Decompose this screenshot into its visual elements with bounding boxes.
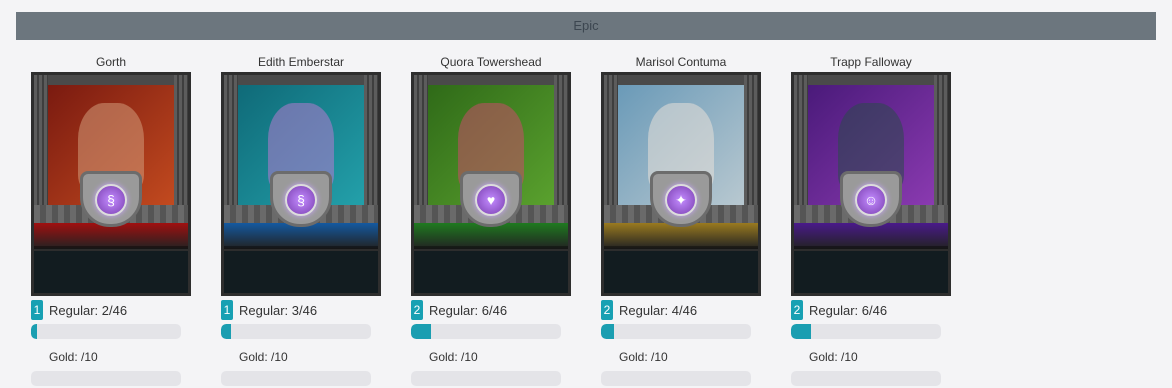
gold-count: Gold: /10 bbox=[239, 350, 288, 364]
gold-progress-bar bbox=[31, 371, 181, 386]
gold-count: Gold: /10 bbox=[619, 350, 668, 364]
element-icon: ✦ bbox=[665, 184, 697, 216]
gold-progress-bar bbox=[221, 371, 371, 386]
regular-progress-fill bbox=[411, 324, 431, 339]
regular-progress-bar bbox=[31, 324, 181, 339]
regular-progress-bar bbox=[411, 324, 561, 339]
regular-progress-fill bbox=[601, 324, 615, 339]
regular-row: 1 Regular: 2/46 bbox=[31, 300, 191, 320]
level-badge: 1 bbox=[31, 300, 43, 320]
card-image[interactable]: § bbox=[31, 72, 191, 296]
card[interactable]: Gorth § 1 Regular: 2/46 Gold: /10 bbox=[31, 52, 191, 386]
regular-row: 2 Regular: 6/46 bbox=[791, 300, 951, 320]
regular-count: Regular: 6/46 bbox=[809, 302, 888, 318]
regular-progress-fill bbox=[221, 324, 231, 339]
regular-progress-bar bbox=[601, 324, 751, 339]
level-badge: 2 bbox=[601, 300, 613, 320]
regular-row: 2 Regular: 6/46 bbox=[411, 300, 571, 320]
card-stats-panel bbox=[414, 249, 568, 293]
gold-row: Gold: /10 bbox=[411, 347, 571, 367]
level-badge: 2 bbox=[791, 300, 803, 320]
regular-progress-bar bbox=[791, 324, 941, 339]
element-icon: ♥ bbox=[475, 184, 507, 216]
gold-count: Gold: /10 bbox=[429, 350, 478, 364]
rarity-header-epic: Epic bbox=[16, 12, 1156, 40]
card-stats-panel bbox=[224, 249, 378, 293]
gold-row: Gold: /10 bbox=[31, 347, 191, 367]
regular-progress-fill bbox=[791, 324, 811, 339]
regular-progress-fill bbox=[31, 324, 37, 339]
gold-progress-bar bbox=[601, 371, 751, 386]
card[interactable]: Trapp Falloway ☺ 2 Regular: 6/46 Gold: /… bbox=[791, 52, 951, 386]
card-list: Gorth § 1 Regular: 2/46 Gold: /10 Edith … bbox=[31, 52, 951, 386]
card-stats-panel bbox=[794, 249, 948, 293]
card[interactable]: Quora Towershead ♥ 2 Regular: 6/46 Gold:… bbox=[411, 52, 571, 386]
card-image[interactable]: ☺ bbox=[791, 72, 951, 296]
level-badge: 2 bbox=[411, 300, 423, 320]
regular-count: Regular: 2/46 bbox=[49, 302, 128, 318]
regular-progress-bar bbox=[221, 324, 371, 339]
card-image[interactable]: § bbox=[221, 72, 381, 296]
element-icon: ☺ bbox=[855, 184, 887, 216]
gold-row: Gold: /10 bbox=[601, 347, 761, 367]
level-badge: 1 bbox=[221, 300, 233, 320]
gold-progress-bar bbox=[791, 371, 941, 386]
regular-count: Regular: 6/46 bbox=[429, 302, 508, 318]
card-image[interactable]: ✦ bbox=[601, 72, 761, 296]
card-name: Gorth bbox=[95, 55, 126, 69]
gold-row: Gold: /10 bbox=[791, 347, 951, 367]
card-name: Trapp Falloway bbox=[830, 55, 912, 69]
card-stats-panel bbox=[34, 249, 188, 293]
card[interactable]: Edith Emberstar § 1 Regular: 3/46 Gold: … bbox=[221, 52, 381, 386]
gold-progress-bar bbox=[411, 371, 561, 386]
element-icon: § bbox=[285, 184, 317, 216]
regular-row: 1 Regular: 3/46 bbox=[221, 300, 381, 320]
regular-count: Regular: 3/46 bbox=[239, 302, 318, 318]
card-name: Quora Towershead bbox=[440, 55, 542, 69]
card-stats-panel bbox=[604, 249, 758, 293]
gold-count: Gold: /10 bbox=[809, 350, 858, 364]
card-image[interactable]: ♥ bbox=[411, 72, 571, 296]
gold-row: Gold: /10 bbox=[221, 347, 381, 367]
card-name: Marisol Contuma bbox=[635, 55, 727, 69]
element-icon: § bbox=[95, 184, 127, 216]
card-name: Edith Emberstar bbox=[257, 55, 345, 69]
regular-count: Regular: 4/46 bbox=[619, 302, 698, 318]
card[interactable]: Marisol Contuma ✦ 2 Regular: 4/46 Gold: … bbox=[601, 52, 761, 386]
regular-row: 2 Regular: 4/46 bbox=[601, 300, 761, 320]
gold-count: Gold: /10 bbox=[49, 350, 98, 364]
